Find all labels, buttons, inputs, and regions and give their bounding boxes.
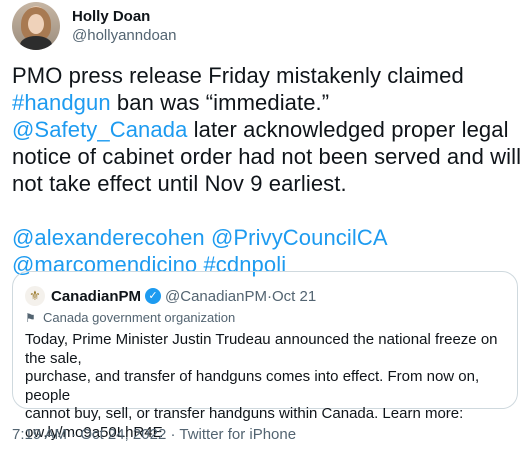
tweet-text-1: PMO press release Friday mistakenly clai…: [12, 63, 464, 88]
tweet-line-2: #handgun ban was “immediate.”: [12, 89, 512, 116]
tweet-line-1: PMO press release Friday mistakenly clai…: [12, 62, 512, 89]
tweet-line-7: @alexanderecohen @PrivyCouncilCA: [12, 224, 512, 251]
tweet-source[interactable]: Twitter for iPhone: [179, 426, 296, 443]
footer-separator: ·: [67, 426, 81, 443]
tweet-line-3: @Safety_Canada later acknowledged proper…: [12, 116, 512, 143]
tweet-header: Holly Doan @hollyanndoan: [12, 2, 176, 50]
footer-separator: ·: [166, 426, 180, 443]
mention-alexanderecohen[interactable]: @alexanderecohen: [12, 225, 205, 250]
author-avatar[interactable]: [12, 2, 60, 50]
quoted-tweet-header: ⚜ CanadianPM ✓ @CanadianPM · Oct 21: [25, 286, 316, 306]
quoted-author-handle[interactable]: @CanadianPM: [165, 288, 267, 305]
tweet-date[interactable]: Oct 24, 2022: [80, 426, 166, 443]
mention-privycouncilca[interactable]: @PrivyCouncilCA: [211, 225, 388, 250]
verified-badge-icon: ✓: [145, 288, 162, 304]
quoted-text-line: purchase, and transfer of handguns comes…: [25, 368, 480, 404]
author-name[interactable]: Holly Doan: [72, 7, 176, 26]
tweet-line-4: notice of cabinet order had not been ser…: [12, 143, 521, 170]
canadian-pm-logo-icon: ⚜: [25, 286, 45, 306]
tweet-text-4: notice of cabinet order had not been ser…: [12, 144, 522, 169]
hashtag-handgun[interactable]: #handgun: [12, 90, 111, 115]
tweet-text-5: not take effect until Nov 9 earliest.: [12, 171, 347, 196]
quoted-date[interactable]: Oct 21: [272, 288, 316, 305]
tweet-text-2: ban was “immediate.”: [110, 90, 330, 115]
tweet-time[interactable]: 7:19 AM: [12, 426, 67, 443]
avatar-shirt: [20, 36, 52, 50]
mention-safety-canada[interactable]: @Safety_Canada: [12, 117, 187, 142]
quoted-text-line: Today, Prime Minister Justin Trudeau ann…: [25, 331, 498, 367]
org-label-text: Canada government organization: [43, 310, 236, 325]
quoted-author-name[interactable]: CanadianPM: [51, 288, 141, 305]
avatar-face: [28, 14, 44, 34]
author-handle[interactable]: @hollyanndoan: [72, 26, 176, 45]
tweet-line-5: not take effect until Nov 9 earliest.: [12, 170, 512, 197]
quoted-text-line: cannot buy, sell, or transfer handguns w…: [25, 405, 464, 422]
tweet-footer: 7:19 AM · Oct 24, 2022 · Twitter for iPh…: [12, 426, 296, 443]
quoted-org-label: ⚑ Canada government organization: [25, 310, 235, 325]
author-names: Holly Doan @hollyanndoan: [72, 7, 176, 45]
tweet-text: PMO press release Friday mistakenly clai…: [12, 62, 521, 278]
quoted-tweet-card[interactable]: ⚜ CanadianPM ✓ @CanadianPM · Oct 21 ⚑ Ca…: [12, 271, 518, 441]
tweet-text-3: later acknowledged proper legal: [187, 117, 509, 142]
flag-icon: ⚑: [25, 310, 36, 325]
